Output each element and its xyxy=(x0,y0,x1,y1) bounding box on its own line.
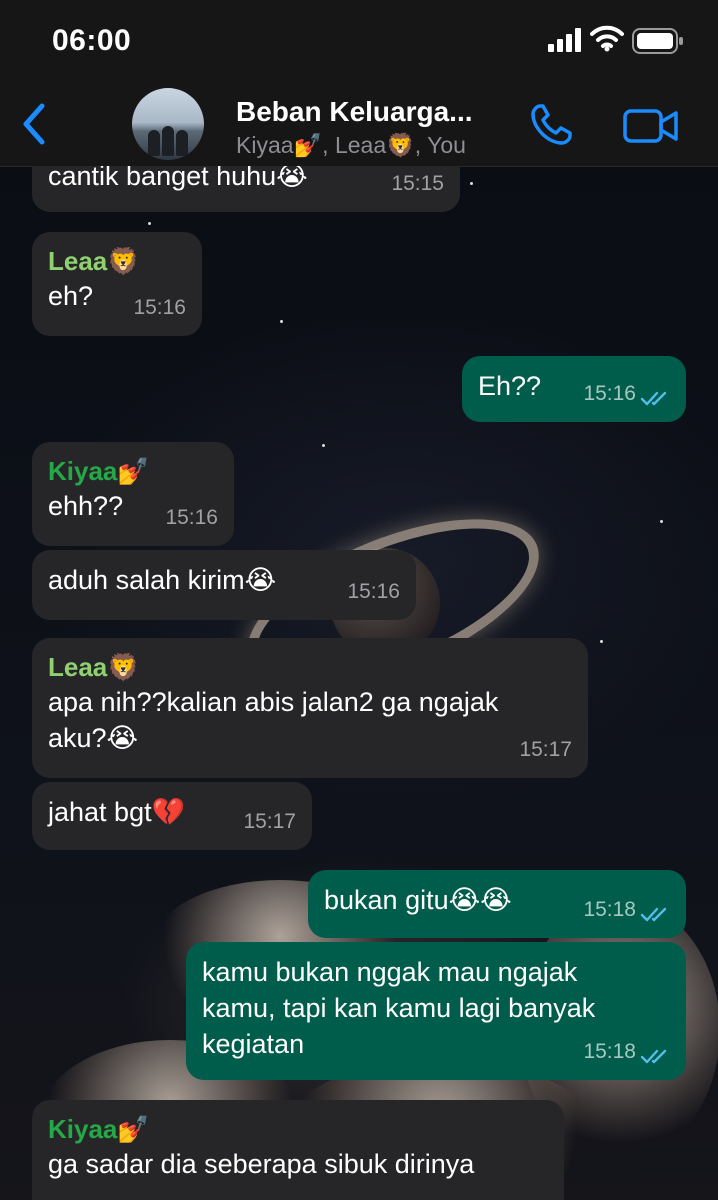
message-time: 15:16 xyxy=(133,296,186,319)
back-chevron-icon[interactable] xyxy=(18,102,50,146)
message-sender[interactable]: Leaa🦁 xyxy=(48,244,186,278)
message-bubble[interactable]: jahat bgt💔 15:17 xyxy=(32,782,312,850)
message-bubble[interactable]: aduh salah kirim😭 15:16 xyxy=(32,550,416,620)
message-time: 15:18 xyxy=(583,898,636,921)
message-time: 15:17 xyxy=(519,738,572,761)
cellular-signal-icon xyxy=(548,28,584,52)
message-bubble[interactable]: cantik banget huhu😭 15:15 xyxy=(32,166,460,212)
message-bubble[interactable]: kamu bukan nggak mau ngajak kamu, tapi k… xyxy=(186,942,686,1080)
message-sender[interactable]: Kiyaa💅 xyxy=(48,1112,548,1146)
battery-icon xyxy=(632,28,683,54)
group-title[interactable]: Beban Keluarga... xyxy=(236,96,473,128)
wifi-icon xyxy=(590,25,624,52)
message-text: cantik banget huhu😭 xyxy=(48,166,308,191)
message-text: ga sadar dia seberapa sibuk dirinya xyxy=(48,1149,475,1179)
double-check-read-icon xyxy=(640,1049,667,1064)
double-check-read-icon xyxy=(640,391,667,406)
message-bubble[interactable]: bukan gitu😭😭 15:18 xyxy=(308,870,686,938)
message-list[interactable]: cantik banget huhu😭 15:15 Leaa🦁 eh? 15:1… xyxy=(0,166,718,1200)
video-call-icon[interactable] xyxy=(622,106,680,146)
message-bubble[interactable]: Kiyaa💅 ehh?? 15:16 xyxy=(32,442,234,546)
message-bubble[interactable]: Eh?? 15:16 xyxy=(462,356,686,422)
message-bubble[interactable]: Kiyaa💅 ga sadar dia seberapa sibuk dirin… xyxy=(32,1100,564,1200)
status-time: 06:00 xyxy=(52,24,132,57)
message-time: 15:18 xyxy=(583,1040,636,1063)
message-time: 15:17 xyxy=(243,810,296,833)
message-text: apa nih??kalian abis jalan2 ga ngajak ak… xyxy=(48,687,499,753)
phone-call-icon[interactable] xyxy=(528,102,574,148)
message-bubble[interactable]: Leaa🦁 apa nih??kalian abis jalan2 ga nga… xyxy=(32,638,588,778)
message-sender[interactable]: Leaa🦁 xyxy=(48,650,572,684)
message-sender[interactable]: Kiyaa💅 xyxy=(48,454,218,488)
status-bar: 06:00 xyxy=(0,0,718,80)
message-time: 15:15 xyxy=(391,172,444,195)
message-time: 15:16 xyxy=(165,506,218,529)
group-members-subtitle[interactable]: Kiyaa💅, Leaa🦁, You xyxy=(236,132,466,159)
message-time: 15:16 xyxy=(347,580,400,603)
message-bubble[interactable]: Leaa🦁 eh? 15:16 xyxy=(32,232,202,336)
message-time: 15:16 xyxy=(583,382,636,405)
group-avatar[interactable] xyxy=(132,88,204,160)
double-check-read-icon xyxy=(640,907,667,922)
chat-header: Beban Keluarga... Kiyaa💅, Leaa🦁, You xyxy=(0,80,718,167)
